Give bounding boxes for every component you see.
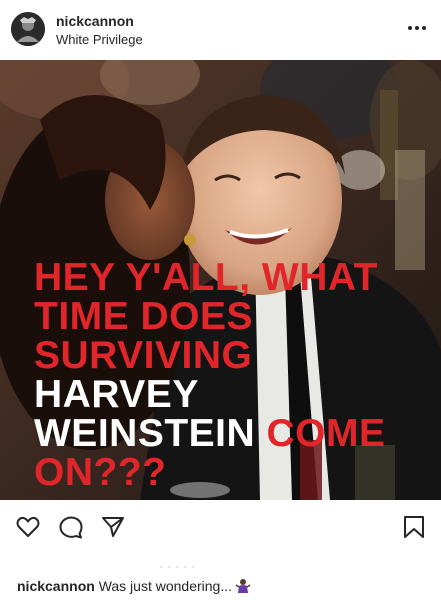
share-button[interactable] (100, 514, 126, 540)
heart-icon (16, 516, 40, 537)
overlay-line-5-white: WEINSTEIN (34, 412, 256, 455)
more-icon (408, 26, 426, 30)
overlay-line-2: TIME DOES (34, 295, 254, 338)
person-shrugging-emoji-icon (235, 578, 251, 594)
overlay-line-3: SURVIVING (34, 334, 253, 377)
overlay-line-1: HEY Y'ALL, WHAT (34, 256, 378, 299)
overlay-line-4: HARVEY (34, 373, 199, 416)
save-button[interactable] (401, 514, 427, 540)
share-icon (102, 517, 124, 537)
post-username[interactable]: nickcannon (56, 13, 134, 29)
post-location[interactable]: White Privilege (56, 32, 143, 47)
caption-text: Was just wondering... (98, 578, 233, 594)
comment-button[interactable] (58, 514, 84, 540)
more-options-button[interactable] (405, 18, 429, 38)
like-button[interactable] (15, 514, 41, 540)
bookmark-icon (404, 516, 424, 538)
caption-username[interactable]: nickcannon (17, 578, 95, 594)
post-header: nickcannon White Privilege (0, 0, 441, 60)
meme-caption-overlay: HEY Y'ALL, WHAT TIME DOES SURVIVING HARV… (34, 258, 434, 492)
comment-icon (59, 516, 83, 539)
post-image[interactable]: HEY Y'ALL, WHAT TIME DOES SURVIVING HARV… (0, 60, 441, 500)
overlay-line-6: ON??? (34, 451, 167, 494)
post-caption: nickcannon Was just wondering... (17, 578, 251, 594)
overlay-line-5: WEINSTEIN COME (34, 414, 434, 453)
avatar[interactable] (11, 12, 45, 46)
overlay-line-5-red: COME (266, 412, 386, 455)
post-action-bar (0, 500, 441, 550)
carousel-indicator (155, 556, 235, 569)
